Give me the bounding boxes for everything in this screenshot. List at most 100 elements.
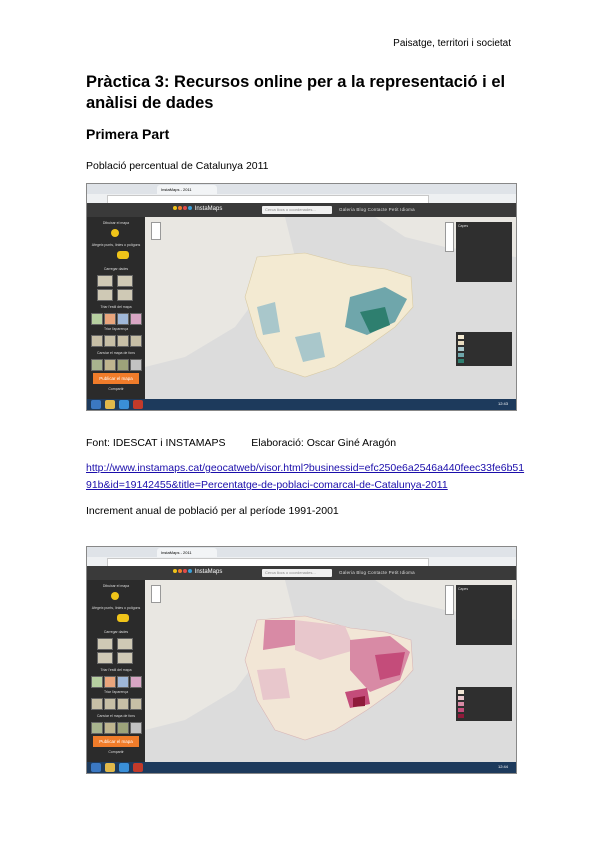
start-icon [91, 763, 101, 772]
zoom-control [151, 222, 161, 240]
sidebar-section-label: Compartir [108, 750, 124, 754]
appearance-tile [104, 335, 116, 347]
appearance-tile [91, 335, 103, 347]
data-tile [97, 289, 113, 301]
style-tile [91, 313, 103, 325]
app-nav: Galeria Blog Contacte Petit Idioma [339, 207, 415, 212]
browser-tab: InstaMaps - 2011 [157, 185, 217, 194]
legend-row [458, 713, 510, 719]
app-icon [133, 400, 143, 409]
start-icon [91, 400, 101, 409]
appearance-tile [104, 698, 116, 710]
basemap-tile [117, 722, 129, 734]
app-brand: InstaMaps [194, 206, 223, 212]
zoom-control [151, 585, 161, 603]
browser-tab: InstaMaps - 2011 [157, 548, 217, 557]
folder-icon [105, 763, 115, 772]
map-screenshot-1: InstaMaps - 2011 InstaMaps Cerca llocs o… [86, 183, 517, 411]
app-logo: InstaMaps [173, 206, 222, 212]
publish-map-button: Publicar el mapa [93, 736, 139, 747]
browser-icon [119, 763, 129, 772]
style-tile [130, 313, 142, 325]
publish-map-button: Publicar el mapa [93, 373, 139, 384]
author-text: Elaboració: Oscar Giné Aragón [251, 437, 397, 449]
data-tile [97, 652, 113, 664]
style-tile [104, 676, 116, 688]
sidebar-section-label: Dibuixar el mapa [102, 221, 130, 225]
source-text: Font: IDESCAT i INSTAMAPS [86, 437, 226, 449]
appearance-tile [117, 335, 129, 347]
sidebar-section-label: Compartir [108, 387, 124, 391]
tool-sidebar: Dibuixar el mapa Afegeix punts, línies o… [87, 580, 145, 762]
basemap-tile [91, 359, 103, 371]
layers-panel-title: Capes [458, 224, 469, 228]
running-header: Paisatge, territori i societat [393, 38, 511, 49]
map-tools-control [445, 222, 454, 252]
basemap-tile [104, 722, 116, 734]
browser-urlbar [87, 194, 516, 204]
figure-caption-1: Població percentual de Catalunya 2011 [86, 160, 269, 172]
os-taskbar: 12:43 [87, 399, 516, 410]
basemap-tile [117, 359, 129, 371]
app-logo: InstaMaps [173, 569, 222, 575]
point-tool-icon [111, 229, 119, 237]
style-tile [117, 313, 129, 325]
logo-dots-icon [173, 206, 193, 212]
browser-icon [119, 400, 129, 409]
os-taskbar: 12:44 [87, 762, 516, 773]
data-tile [117, 638, 133, 650]
choropleth-region [263, 620, 295, 650]
sidebar-section-label: Triar l'estil del mapa [100, 668, 132, 672]
sidebar-section-label: Carregar dades [103, 630, 129, 634]
sidebar-section-label: Carregar dades [103, 267, 129, 271]
logo-dots-icon [173, 569, 193, 575]
map-link[interactable]: http://www.instamaps.cat/geocatweb/visor… [86, 460, 526, 494]
sidebar-section-label: Triar l'estil del mapa [100, 305, 132, 309]
data-tile [117, 652, 133, 664]
basemap-tile [104, 359, 116, 371]
document-title: Pràctica 3: Recursos online per a la rep… [86, 73, 506, 112]
app-nav: Galeria Blog Contacte Petit Idioma [339, 570, 415, 575]
app-brand: InstaMaps [194, 569, 223, 575]
browser-tabstrip: InstaMaps - 2011 [87, 547, 516, 557]
sidebar-section-label: Afegeix punts, línies o polígons [91, 243, 141, 247]
appearance-tile [117, 698, 129, 710]
data-tile [97, 275, 113, 287]
section-heading: Primera Part [86, 126, 170, 142]
app-topbar: InstaMaps Cerca llocs o coordenades... G… [87, 566, 516, 580]
appearance-tile [130, 698, 142, 710]
app-topbar: InstaMaps Cerca llocs o coordenades... G… [87, 203, 516, 217]
data-tile [117, 275, 133, 287]
polygon-tool-icon [117, 251, 129, 259]
source-line: Font: IDESCAT i INSTAMAPS Elaboració: Os… [86, 437, 396, 449]
layers-panel: Capes [456, 585, 512, 645]
polygon-tool-icon [117, 614, 129, 622]
point-tool-icon [111, 592, 119, 600]
data-tile [97, 638, 113, 650]
basemap-tile [130, 359, 142, 371]
data-tile [117, 289, 133, 301]
search-input: Cerca llocs o coordenades... [262, 569, 332, 577]
clock: 12:44 [497, 764, 508, 769]
browser-urlbar [87, 557, 516, 567]
basemap-tile [91, 722, 103, 734]
sidebar-section-label: Canviar el mapa de fons [97, 351, 135, 355]
sidebar-section-label: Triar l'aparença [103, 690, 129, 694]
style-tile [130, 676, 142, 688]
figure-caption-2: Increment anual de població per al perío… [86, 505, 339, 517]
map-legend [456, 332, 512, 366]
clock: 12:43 [497, 401, 508, 406]
sidebar-section-label: Afegeix punts, línies o polígons [91, 606, 141, 610]
style-tile [104, 313, 116, 325]
basemap-tile [130, 722, 142, 734]
appearance-tile [130, 335, 142, 347]
map-tools-control [445, 585, 454, 615]
tool-sidebar: Dibuixar el mapa Afegeix punts, línies o… [87, 217, 145, 399]
app-icon [133, 763, 143, 772]
layers-panel: Capes [456, 222, 512, 282]
sidebar-section-label: Canviar el mapa de fons [97, 714, 135, 718]
style-tile [117, 676, 129, 688]
search-input: Cerca llocs o coordenades... [262, 206, 332, 214]
style-tile [91, 676, 103, 688]
layers-panel-title: Capes [458, 587, 469, 591]
